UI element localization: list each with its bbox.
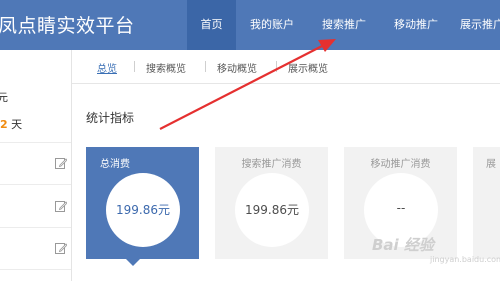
sidebar-balance-unit: 元 bbox=[0, 91, 8, 104]
left-sidebar: 元 2 天 bbox=[0, 50, 72, 281]
card-title: 总消费 bbox=[100, 159, 130, 170]
sidebar-days-unit: 天 bbox=[11, 118, 23, 131]
edit-icon[interactable] bbox=[55, 200, 67, 212]
watermark-text: Bai 经验 bbox=[372, 236, 434, 254]
nav-display-promotion[interactable]: 展示推广 bbox=[452, 0, 500, 50]
card-total-spend[interactable]: 总消费 199.86元 bbox=[86, 147, 199, 266]
sidebar-days-number: 2 bbox=[0, 118, 8, 131]
card-title: 移动推广消费 bbox=[370, 159, 431, 170]
baidu-watermark: Bai 经验 jingyan.baidu.com bbox=[372, 228, 500, 268]
edit-icon[interactable] bbox=[55, 242, 67, 254]
watermark-subtext: jingyan.baidu.com bbox=[430, 255, 500, 264]
main-nav: 首页 我的账户 搜索推广 移动推广 展示推广 bbox=[187, 0, 500, 50]
edit-icon[interactable] bbox=[55, 157, 67, 169]
subtab-separator bbox=[205, 61, 206, 72]
nav-mobile-promotion[interactable]: 移动推广 bbox=[380, 0, 452, 50]
card-value: 199.86元 bbox=[116, 203, 170, 217]
sidebar-days-row: 2 天 bbox=[0, 116, 22, 132]
active-card-pointer bbox=[126, 259, 140, 266]
sidebar-divider bbox=[0, 142, 71, 143]
top-header: 凤点睛实效平台 首页 我的账户 搜索推广 移动推广 展示推广 bbox=[0, 0, 500, 50]
nav-my-account[interactable]: 我的账户 bbox=[236, 0, 308, 50]
subtab-overview[interactable]: 总览 bbox=[97, 60, 117, 75]
card-value: -- bbox=[396, 201, 406, 215]
card-title: 搜索推广消费 bbox=[241, 159, 302, 170]
subtab-display-overview[interactable]: 展示概览 bbox=[288, 60, 328, 75]
platform-logo[interactable]: 凤点睛实效平台 bbox=[0, 11, 135, 38]
card-circle: 199.86元 bbox=[235, 173, 309, 247]
subtab-separator bbox=[134, 61, 135, 72]
section-title: 统计指标 bbox=[86, 111, 135, 125]
subtab-separator bbox=[276, 61, 277, 72]
nav-search-promotion[interactable]: 搜索推广 bbox=[308, 0, 380, 50]
overview-subtabs: 总览 搜索概览 移动概览 展示概览 bbox=[72, 50, 500, 84]
subtab-mobile-overview[interactable]: 移动概览 bbox=[217, 60, 257, 75]
card-title: 展 bbox=[486, 159, 496, 170]
card-value: 199.86元 bbox=[245, 203, 299, 217]
sidebar-divider bbox=[0, 269, 71, 270]
sidebar-divider bbox=[0, 184, 71, 185]
subtab-search-overview[interactable]: 搜索概览 bbox=[146, 60, 186, 75]
card-circle: 199.86元 bbox=[106, 173, 180, 247]
nav-home[interactable]: 首页 bbox=[187, 0, 236, 50]
card-search-spend[interactable]: 搜索推广消费 199.86元 bbox=[215, 147, 328, 259]
sidebar-divider bbox=[0, 227, 71, 228]
